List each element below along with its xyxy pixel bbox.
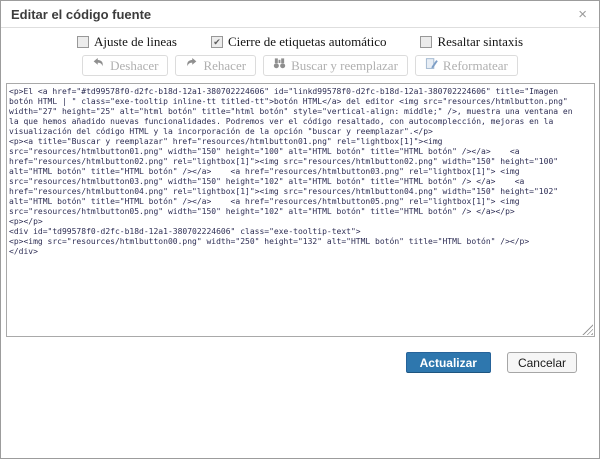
cancel-button[interactable]: Cancelar bbox=[507, 352, 577, 373]
source-code-textarea[interactable] bbox=[6, 83, 595, 337]
undo-icon bbox=[92, 57, 105, 74]
reformat-icon bbox=[425, 57, 438, 74]
edit-source-dialog: Editar el código fuente × Ajuste de line… bbox=[0, 0, 600, 459]
wrap-lines-label: Ajuste de lineas bbox=[94, 34, 177, 50]
auto-close-tags-checkbox[interactable]: ✔ bbox=[211, 36, 223, 48]
syntax-highlight-option[interactable]: Resaltar sintaxis bbox=[420, 34, 523, 49]
redo-icon bbox=[185, 57, 198, 74]
undo-label: Deshacer bbox=[110, 58, 158, 74]
dialog-title: Editar el código fuente bbox=[11, 7, 151, 22]
dialog-header: Editar el código fuente × bbox=[1, 1, 599, 28]
editor-toolbar: Deshacer Rehacer Buscar y reemplazar Ref… bbox=[1, 55, 599, 76]
update-button[interactable]: Actualizar bbox=[406, 352, 491, 373]
auto-close-tags-option[interactable]: ✔ Cierre de etiquetas automático bbox=[211, 34, 386, 49]
wrap-lines-checkbox[interactable] bbox=[77, 36, 89, 48]
undo-button[interactable]: Deshacer bbox=[82, 55, 168, 76]
find-replace-label: Buscar y reemplazar bbox=[291, 58, 398, 74]
binoculars-icon bbox=[273, 57, 286, 74]
auto-close-tags-label: Cierre de etiquetas automático bbox=[228, 34, 386, 50]
close-icon[interactable]: × bbox=[576, 7, 589, 22]
dialog-footer: Actualizar Cancelar bbox=[1, 352, 599, 373]
find-replace-button[interactable]: Buscar y reemplazar bbox=[263, 55, 408, 76]
syntax-highlight-checkbox[interactable] bbox=[420, 36, 432, 48]
code-editor-area bbox=[6, 83, 595, 337]
editor-options-row: Ajuste de lineas ✔ Cierre de etiquetas a… bbox=[1, 34, 599, 49]
reformat-button[interactable]: Reformatear bbox=[415, 55, 518, 76]
redo-button[interactable]: Rehacer bbox=[175, 55, 256, 76]
syntax-highlight-label: Resaltar sintaxis bbox=[437, 34, 523, 50]
redo-label: Rehacer bbox=[203, 58, 246, 74]
reformat-label: Reformatear bbox=[443, 58, 508, 74]
wrap-lines-option[interactable]: Ajuste de lineas bbox=[77, 34, 177, 49]
